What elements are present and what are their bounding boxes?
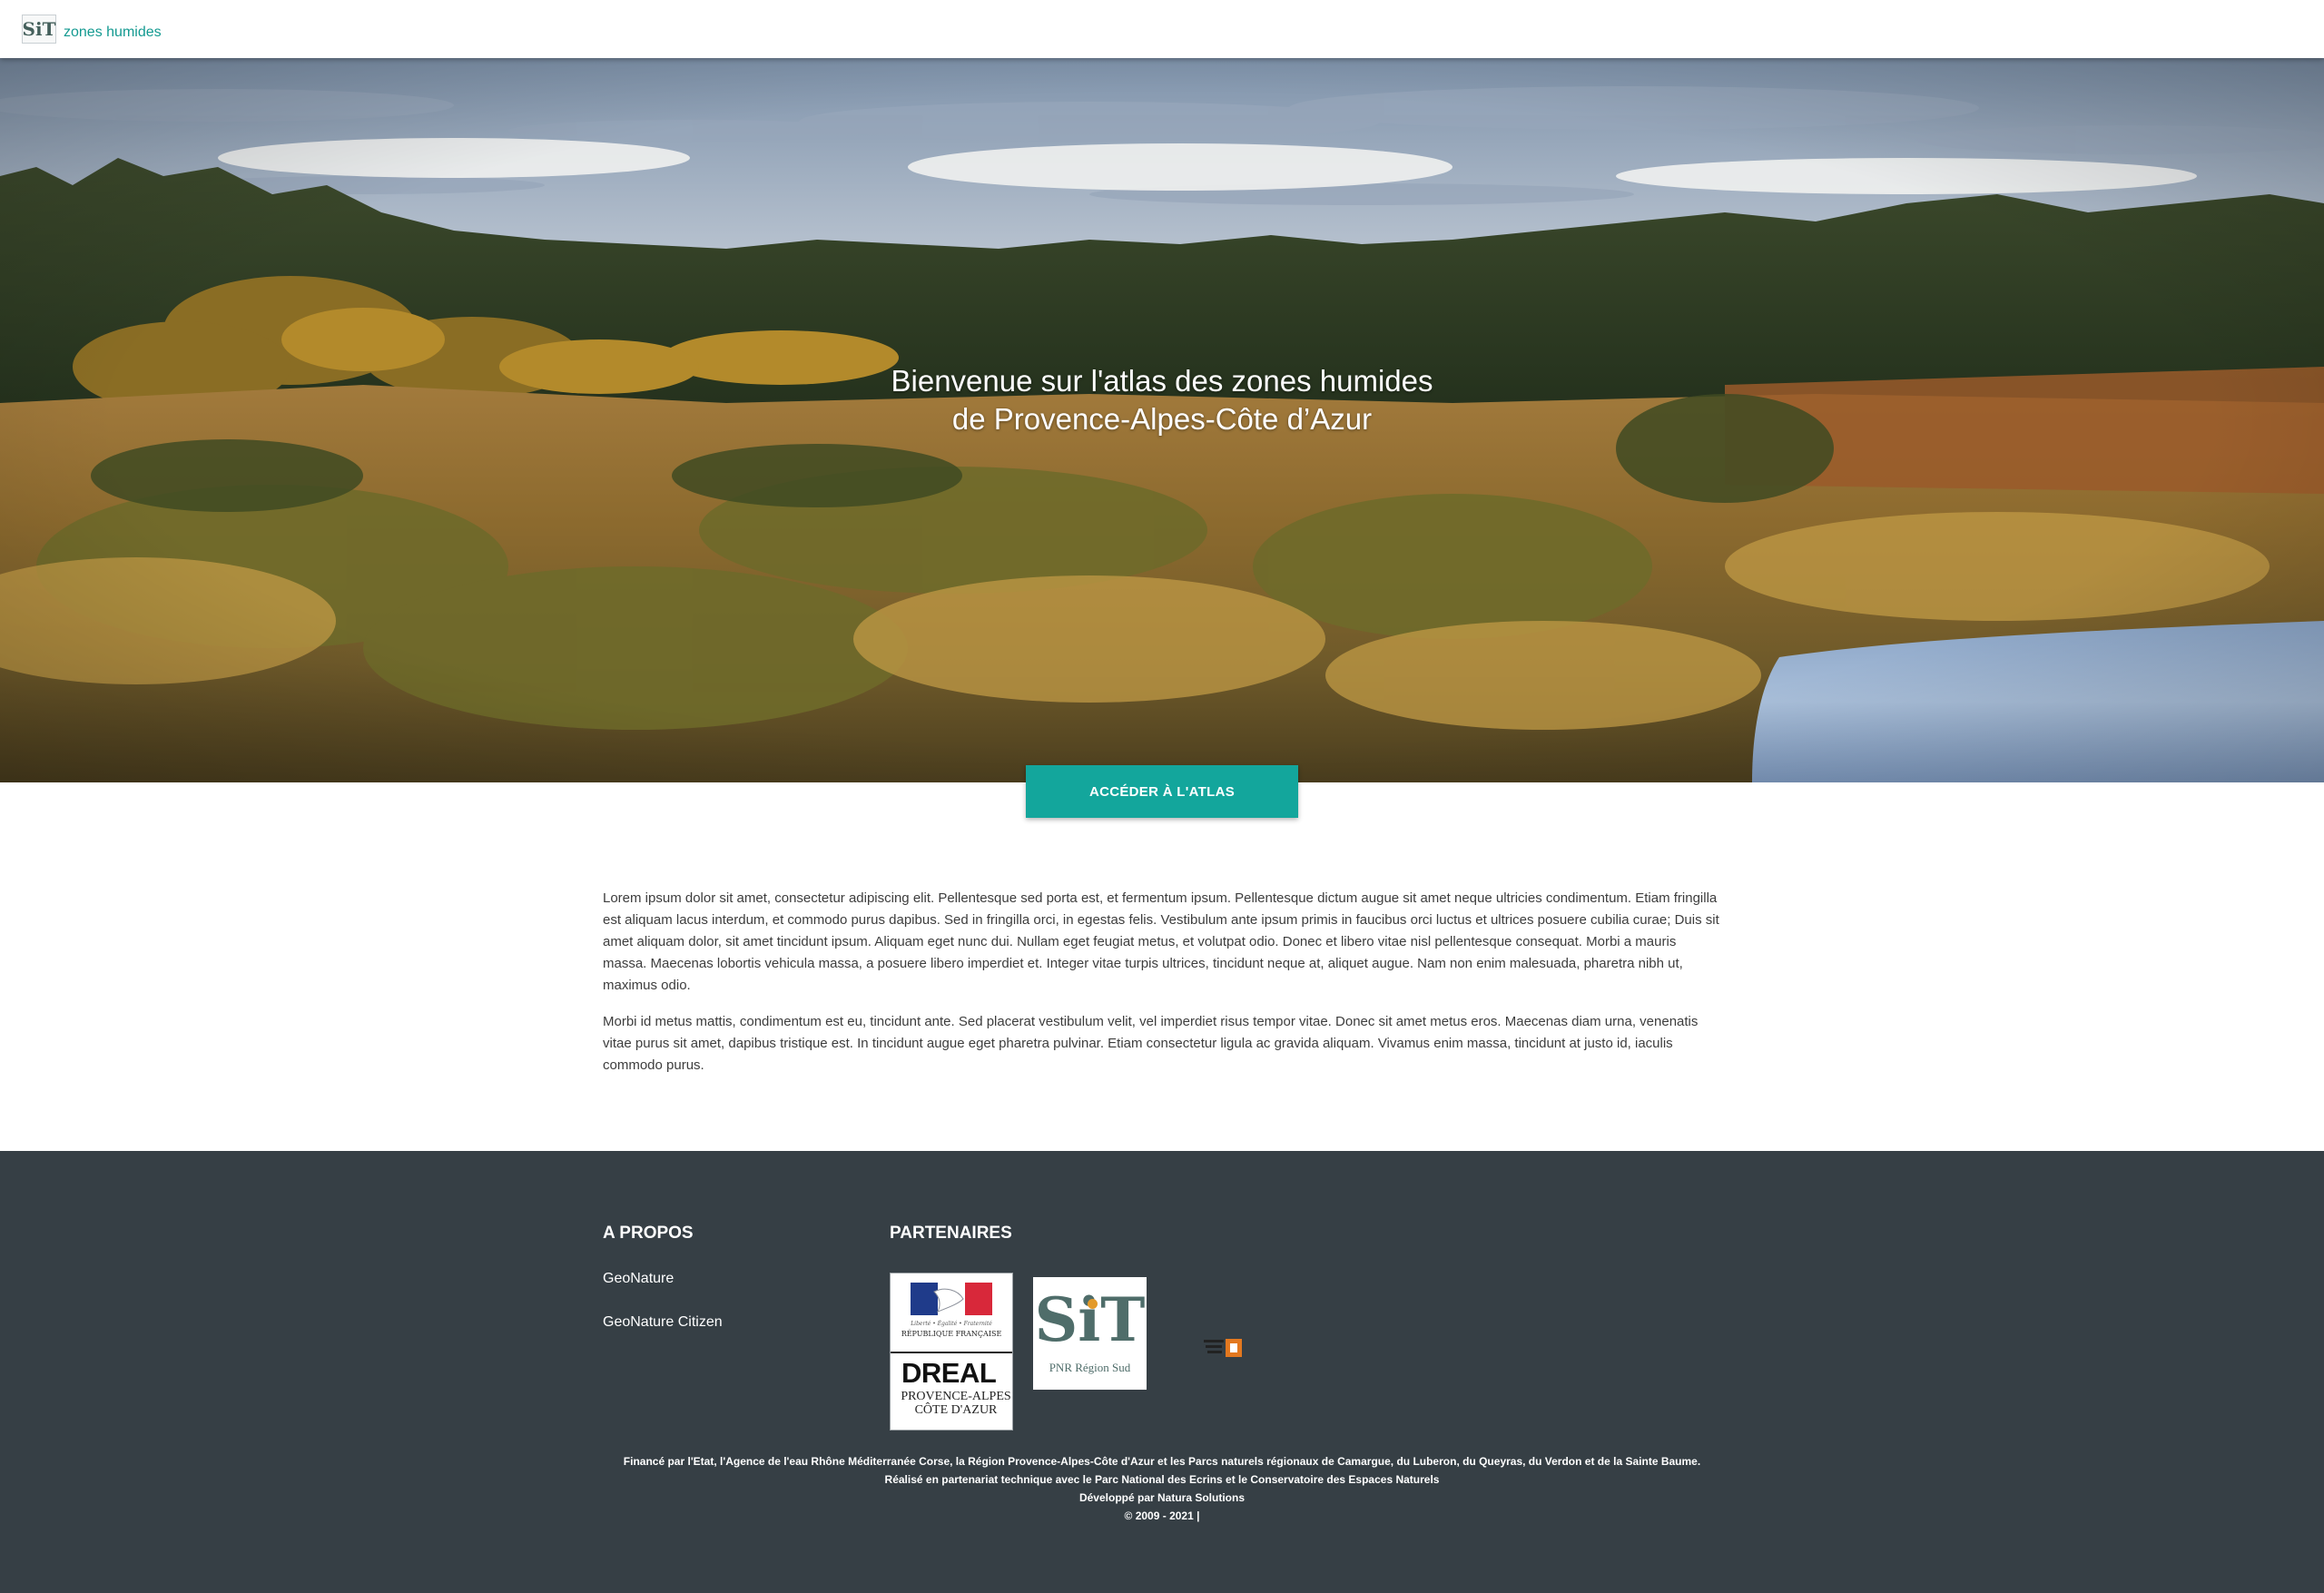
footer-partnership-line: Réalisé en partenariat technique avec le… [884,1473,1440,1486]
geonature-link[interactable]: GeoNature [603,1271,674,1287]
site-name: zones humides [64,25,162,40]
footer-developer-line: Développé par Natura Solutions [1078,1491,1246,1504]
partners-title: PARTENAIRES [890,1224,1012,1243]
sit-caption: PNR Région Sud [1049,1361,1131,1374]
hero-title: Bienvenue sur l'atlas des zones humides … [891,364,1433,436]
geonature-citizen-link[interactable]: GeoNature Citizen [603,1314,723,1331]
hero-banner: Bienvenue sur l'atlas des zones humides … [0,58,2324,782]
intro-content: Lorem ipsum dolor sit amet, consectetur … [603,888,1721,1091]
footer-credits: Financé par l'Etat, l'Agence de l'eau Rh… [0,1452,2324,1525]
intro-paragraph: Lorem ipsum dolor sit amet, consectetur … [603,890,1719,993]
sit-logo-letters: SiT [1034,1284,1146,1355]
home-link[interactable]: SiT zones humides [22,11,162,47]
dreal-title: DREAL [901,1357,997,1389]
sit-logo: SiT [22,15,56,44]
access-atlas-button[interactable]: ACCÉDER À L'ATLAS [1026,765,1298,818]
footer-copyright: © 2009 - 2021 | [1124,1509,1200,1522]
intro-paragraph: Morbi id metus mattis, condimentum est e… [603,1014,1699,1073]
sit-pnr-logo[interactable]: SiT PNR Région Sud [1033,1277,1147,1390]
dreal-region-line2: CÔTE D'AZUR [914,1403,998,1417]
marianne-icon [911,1283,992,1315]
rf-motto: Liberté • Égalité • Fraternité [911,1321,992,1327]
sit-dot-icon [1088,1299,1098,1309]
footer-funding-line: Financé par l'Etat, l'Agence de l'eau Rh… [623,1455,1701,1468]
footer: A PROPOS GeoNature GeoNature Citizen PAR… [0,1151,2324,1593]
dreal-region-line1: PROVENCE-ALPES [901,1390,1011,1403]
about-title: A PROPOS [603,1224,694,1243]
rf-label: RÉPUBLIQUE FRANÇAISE [901,1330,1002,1338]
dreal-paca-logo[interactable]: Liberté • Égalité • Fraternité RÉPUBLIQU… [890,1273,1013,1431]
small-partner-logo-icon[interactable] [1204,1337,1244,1359]
top-navbar: SiT zones humides [0,0,2324,58]
